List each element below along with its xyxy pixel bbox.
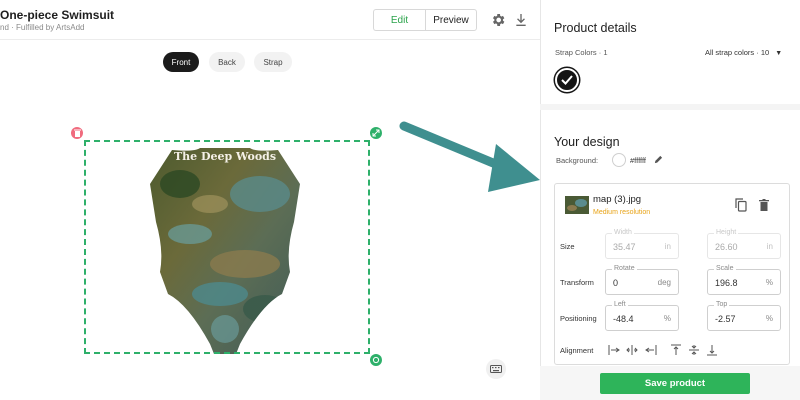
layer-filename: map (3).jpg	[593, 194, 642, 205]
align-center-horizontal-icon[interactable]	[626, 344, 638, 356]
left-field-unit: %	[663, 314, 671, 323]
scale-field-unit: %	[765, 278, 773, 287]
scale-field-value: 196.8	[715, 278, 738, 288]
all-strap-colors-dropdown[interactable]: All strap colors · 10 ▼	[705, 48, 782, 57]
tab-back[interactable]: Back	[209, 52, 245, 72]
background-color-value: #ffffff	[630, 156, 646, 165]
product-subtitle: nd · Fulfilled by ArtsAdd	[0, 23, 85, 32]
align-top-icon[interactable]	[670, 344, 682, 356]
strap-color-swatch-black[interactable]	[555, 68, 579, 92]
height-field-label: Height	[714, 229, 739, 236]
top-field-label: Top	[714, 301, 730, 308]
preview-button[interactable]: Preview	[425, 9, 477, 31]
design-layer-card: map (3).jpg Medium resolution Size Width…	[554, 183, 790, 365]
background-label: Background:	[556, 156, 599, 165]
scale-field[interactable]: Scale 196.8 %	[707, 265, 781, 295]
edit-button[interactable]: Edit	[373, 9, 425, 31]
delete-layer-handle[interactable]	[71, 127, 83, 139]
resize-handle[interactable]	[370, 127, 382, 139]
keyboard-shortcuts-button[interactable]	[486, 359, 506, 379]
tab-front[interactable]: Front	[163, 52, 199, 72]
positioning-label: Positioning	[560, 314, 597, 323]
design-editor: One-piece Swimsuit nd · Fulfilled by Art…	[0, 0, 540, 400]
width-field: Width 35.47 in	[605, 229, 679, 259]
rotate-field[interactable]: Rotate 0 deg	[605, 265, 679, 295]
all-strap-colors-label: All strap colors · 10	[705, 48, 770, 57]
background-color-swatch[interactable]	[612, 153, 626, 167]
height-field: Height 26.60 in	[707, 229, 781, 259]
product-title: One-piece Swimsuit	[0, 8, 115, 22]
delete-icon[interactable]	[759, 199, 769, 211]
size-label: Size	[560, 242, 575, 251]
height-field-value: 26.60	[715, 242, 738, 252]
top-field-unit: %	[765, 314, 773, 323]
strap-colors-label: Strap Colors · 1	[555, 48, 608, 57]
top-field-value: -2.57	[715, 314, 736, 324]
rotate-icon	[372, 356, 380, 364]
trash-icon	[73, 129, 81, 137]
duplicate-icon[interactable]	[735, 198, 747, 212]
align-right-icon[interactable]	[645, 344, 657, 356]
height-field-unit: in	[766, 242, 773, 251]
rotate-handle[interactable]	[370, 354, 382, 366]
product-details-title: Product details	[554, 21, 637, 35]
width-field-value: 35.47	[613, 242, 636, 252]
design-bounding-box[interactable]	[84, 140, 370, 354]
caret-down-icon: ▼	[775, 50, 783, 57]
resolution-warning: Medium resolution	[593, 209, 651, 216]
width-field-unit: in	[664, 242, 671, 251]
annotation-arrow-icon	[399, 121, 540, 192]
gear-icon[interactable]	[490, 12, 506, 28]
left-field-label: Left	[612, 301, 628, 308]
rotate-field-unit: deg	[657, 278, 671, 287]
align-left-icon[interactable]	[608, 344, 620, 356]
left-field-value: -48.4	[613, 314, 634, 324]
your-design-title: Your design	[554, 135, 620, 149]
transform-label: Transform	[560, 278, 594, 287]
keyboard-icon	[490, 365, 502, 373]
align-bottom-icon[interactable]	[706, 344, 718, 356]
alignment-label: Alignment	[560, 346, 594, 355]
pencil-icon[interactable]	[654, 155, 663, 164]
tab-strap[interactable]: Strap	[254, 52, 292, 72]
rotate-field-value: 0	[613, 278, 619, 288]
checkmark-icon	[561, 75, 573, 85]
expand-icon	[372, 129, 380, 137]
left-position-field[interactable]: Left -48.4 %	[605, 301, 679, 331]
download-icon[interactable]	[513, 12, 529, 28]
align-center-vertical-icon[interactable]	[688, 344, 700, 356]
width-field-label: Width	[612, 229, 634, 236]
rotate-field-label: Rotate	[612, 265, 637, 272]
top-position-field[interactable]: Top -2.57 %	[707, 301, 781, 331]
editor-toolbar: One-piece Swimsuit nd · Fulfilled by Art…	[0, 0, 540, 40]
section-divider	[540, 104, 800, 110]
save-product-button[interactable]: Save product	[600, 373, 750, 394]
layer-thumbnail	[565, 196, 589, 214]
scale-field-label: Scale	[714, 265, 736, 272]
